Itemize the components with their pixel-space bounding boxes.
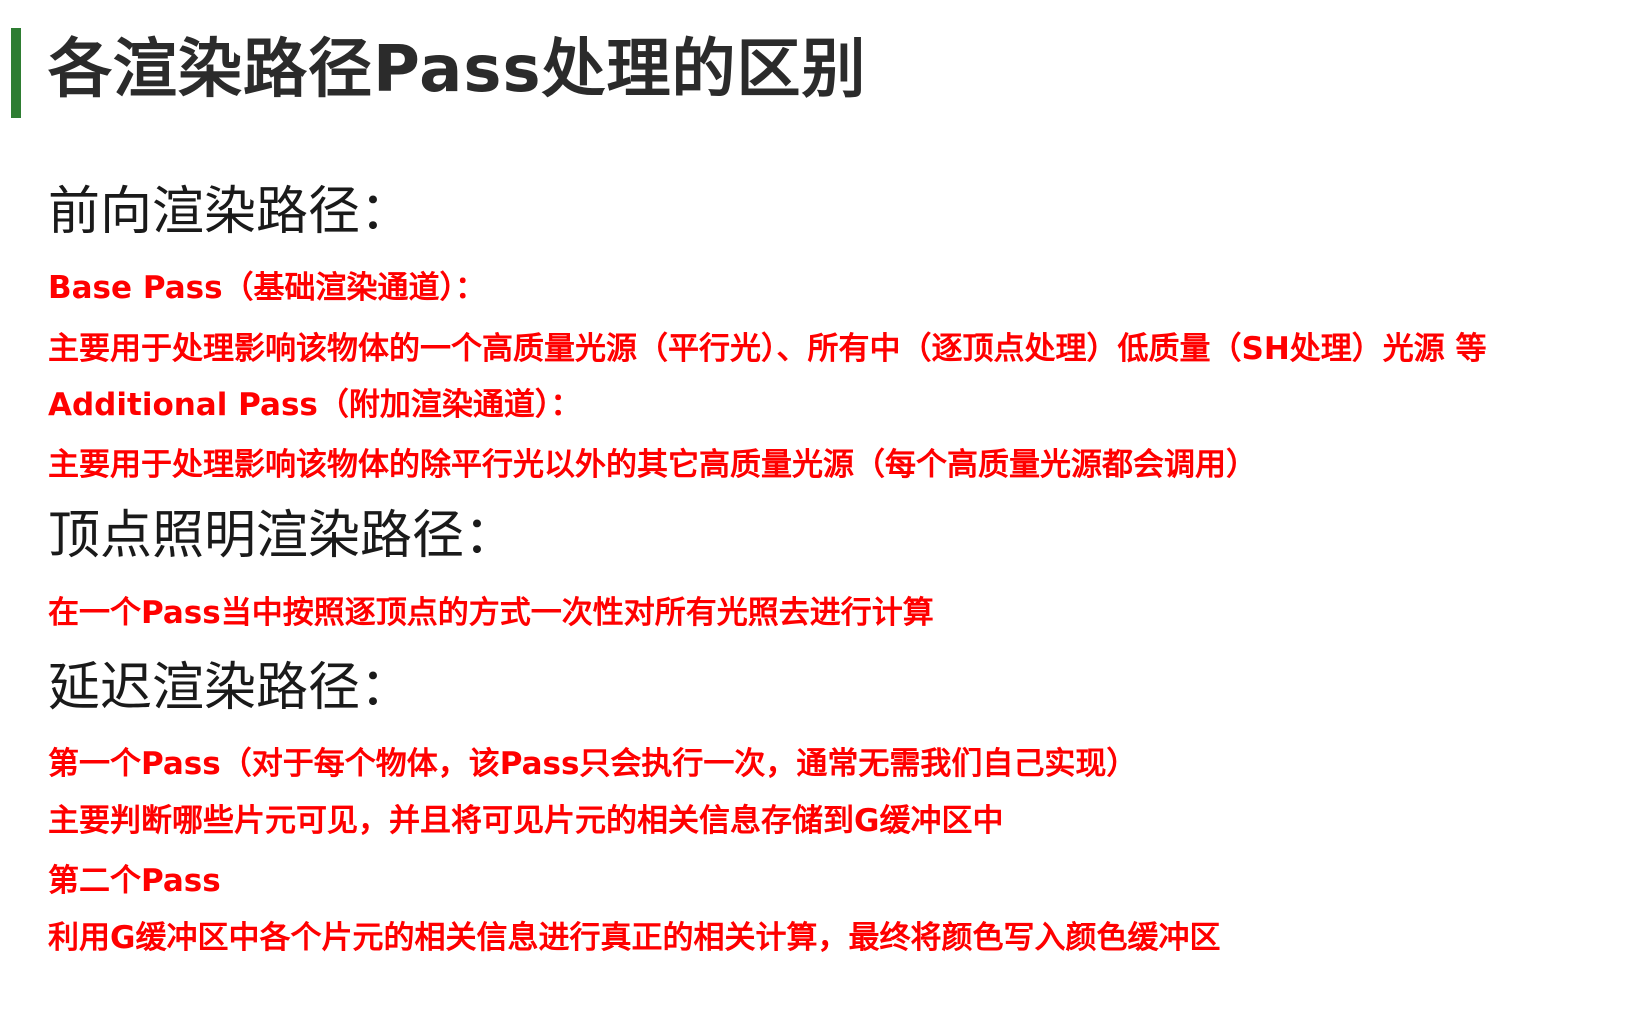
forward-additional-pass: Additional Pass（附加渲染通道）： [48, 387, 582, 423]
deferred-path-heading: 延迟渲染路径： [48, 658, 413, 718]
forward-additional-pass-desc: 主要用于处理影响该物体的除平行光以外的其它高质量光源（每个高质量光源都会调用） [48, 447, 1257, 483]
forward-base-pass-desc: 主要用于处理影响该物体的一个高质量光源（平行光）、所有中（逐顶点处理）低质量（S… [48, 331, 1487, 367]
deferred-second-pass-desc: 利用G缓冲区中各个片元的相关信息进行真正的相关计算，最终将颜色写入颜色缓冲区 [48, 920, 1221, 956]
vertex-lit-desc: 在一个Pass当中按照逐顶点的方式一次性对所有光照去进行计算 [48, 595, 934, 631]
page-title: 各渲染路径Pass处理的区别 [48, 33, 867, 107]
forward-path-heading: 前向渲染路径： [48, 182, 413, 242]
forward-base-pass: Base Pass（基础渲染通道）： [48, 270, 487, 306]
deferred-first-pass: 第一个Pass（对于每个物体，该Pass只会执行一次，通常无需我们自己实现） [48, 746, 1138, 782]
title-accent-bar [11, 28, 21, 118]
deferred-second-pass: 第二个Pass [48, 863, 221, 899]
vertex-lit-path-heading: 顶点照明渲染路径： [48, 506, 517, 566]
deferred-first-pass-desc: 主要判断哪些片元可见，并且将可见片元的相关信息存储到G缓冲区中 [48, 803, 1004, 839]
